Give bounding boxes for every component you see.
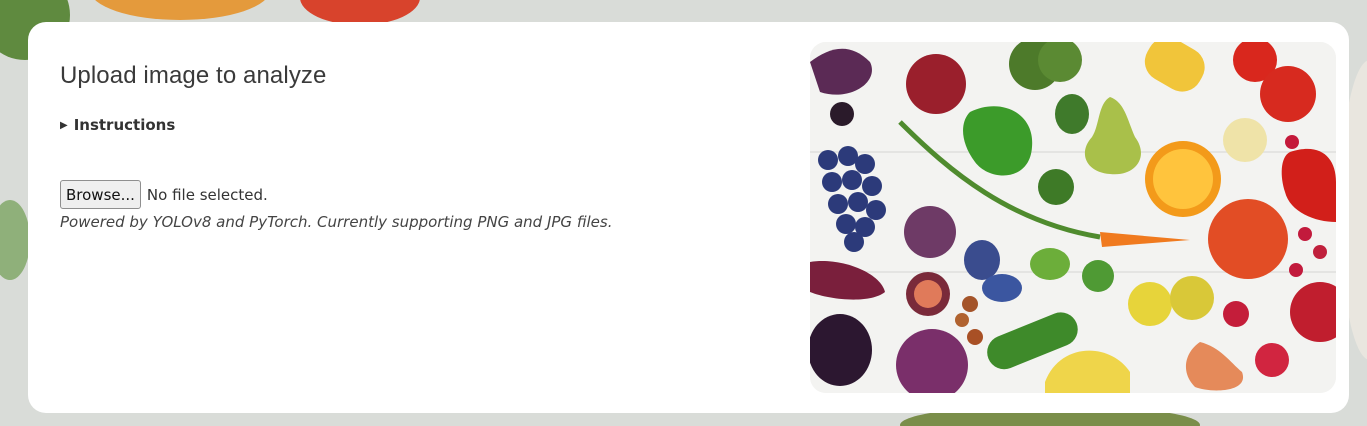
powered-by-caption: Powered by YOLOv8 and PyTorch. Currently… bbox=[60, 213, 613, 231]
upload-panel: Upload image to analyze ▶ Instructions B… bbox=[60, 62, 760, 231]
browse-button[interactable]: Browse... bbox=[60, 180, 141, 209]
vegetables-image bbox=[810, 42, 1336, 393]
file-input[interactable]: Browse... No file selected. bbox=[60, 180, 760, 209]
instructions-label: Instructions bbox=[73, 116, 176, 134]
bg-leaf bbox=[0, 200, 30, 280]
triangle-right-icon: ▶ bbox=[60, 119, 68, 131]
file-status-text: No file selected. bbox=[146, 185, 268, 204]
vegetables-illustration bbox=[810, 42, 1336, 393]
instructions-toggle[interactable]: ▶ Instructions bbox=[60, 116, 760, 134]
bg-pumpkin bbox=[90, 0, 270, 20]
page-title: Upload image to analyze bbox=[60, 62, 327, 89]
upload-card: Upload image to analyze ▶ Instructions B… bbox=[28, 22, 1349, 413]
